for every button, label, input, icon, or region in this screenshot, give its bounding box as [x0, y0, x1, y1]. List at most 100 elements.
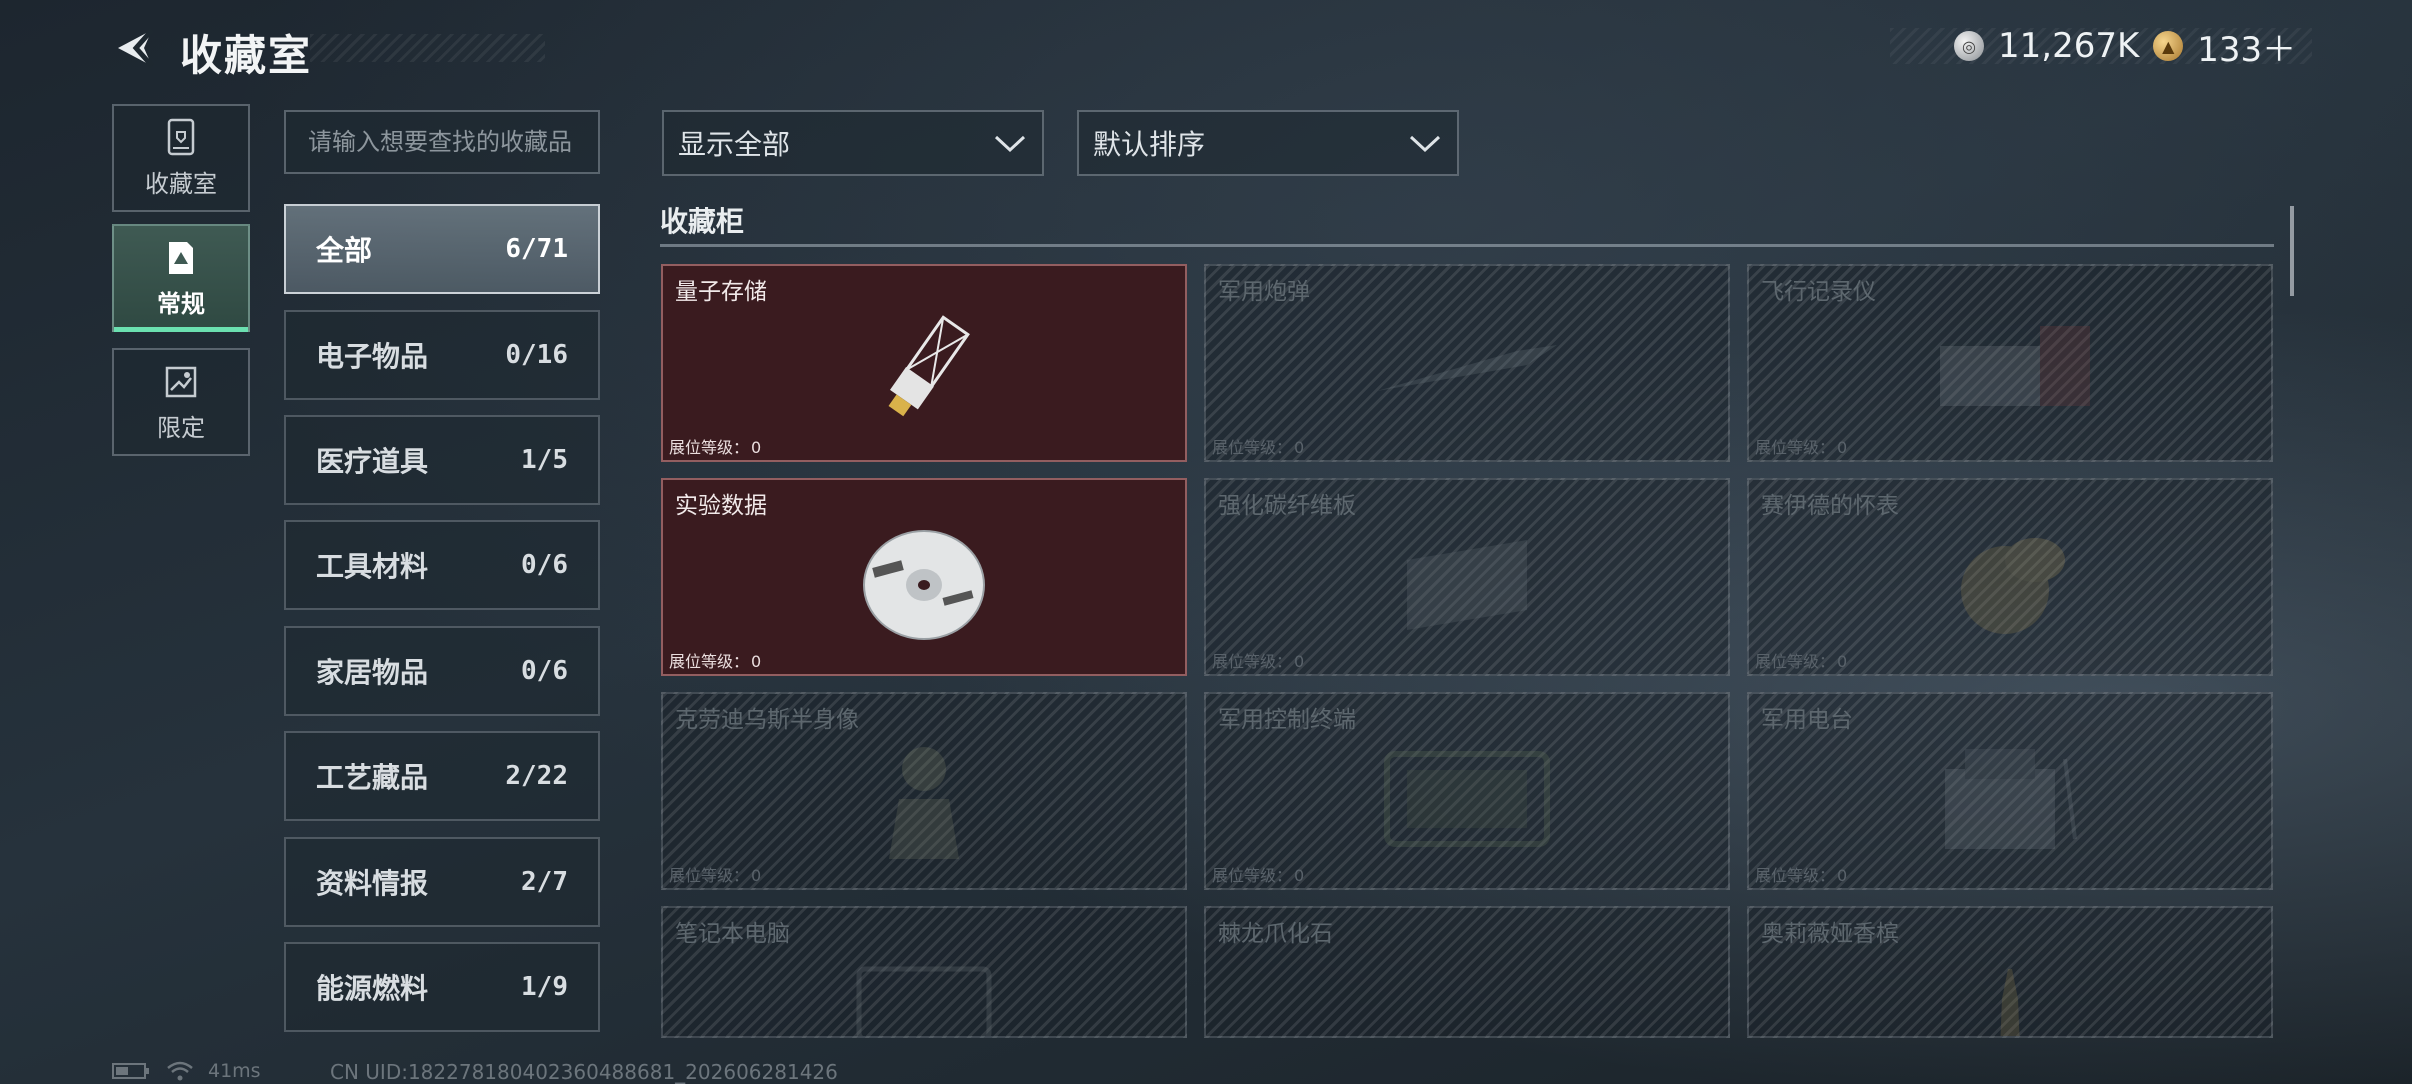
item-name: 军用炮弹 — [1218, 279, 1310, 305]
display-level: 展位等级： 0 — [669, 652, 762, 671]
regular-collection-icon — [169, 241, 193, 274]
nav-label: 收藏室 — [145, 169, 217, 198]
category-tools[interactable]: 工具材料 0/6 — [284, 520, 600, 610]
category-name: 资料情报 — [316, 867, 429, 900]
control-terminal-icon — [1384, 750, 1550, 847]
collection-card[interactable]: 强化碳纤维板 展位等级： 0 — [1204, 478, 1730, 676]
status-bar: 41ms — [112, 1060, 261, 1082]
display-filter-dropdown[interactable]: 显示全部 — [662, 110, 1044, 176]
disc-icon — [863, 529, 985, 640]
category-count: 2/22 — [505, 761, 568, 791]
item-name: 棘龙爪化石 — [1218, 921, 1333, 947]
collection-card[interactable]: 军用电台 展位等级： 0 — [1747, 692, 2273, 890]
collection-card[interactable]: 飞行记录仪 展位等级： 0 — [1747, 264, 2273, 462]
collection-card[interactable]: 军用控制终端 展位等级： 0 — [1204, 692, 1730, 890]
display-level: 展位等级： 0 — [1755, 652, 1848, 671]
pocket-watch-icon — [1961, 537, 2065, 634]
item-name: 军用控制终端 — [1218, 707, 1356, 733]
section-divider — [660, 244, 2274, 247]
category-count: 6/71 — [505, 234, 568, 264]
category-crafts[interactable]: 工艺藏品 2/22 — [284, 731, 600, 821]
display-level: 展位等级： 0 — [1755, 866, 1848, 885]
chevron-down-icon — [994, 135, 1026, 153]
category-count: 0/6 — [521, 550, 568, 580]
back-button[interactable] — [112, 24, 160, 72]
category-name: 医疗道具 — [316, 445, 429, 478]
chevron-down-icon — [1409, 135, 1441, 153]
category-energy[interactable]: 能源燃料 1/9 — [284, 942, 600, 1032]
category-electronics[interactable]: 电子物品 0/16 — [284, 310, 600, 400]
display-level: 展位等级： 0 — [1755, 438, 1848, 457]
item-name: 量子存储 — [675, 279, 767, 305]
grid-scrollbar[interactable] — [2290, 206, 2294, 296]
collection-card[interactable]: 军用炮弹 展位等级： 0 — [1204, 264, 1730, 462]
collection-card[interactable]: 赛伊德的怀表 展位等级： 0 — [1747, 478, 2273, 676]
category-name: 家居物品 — [316, 656, 429, 689]
currency-bar: ◎ 11,267K ▲ 133＋ — [1890, 26, 2312, 70]
collection-card[interactable]: 实验数据 展位等级： 0 — [661, 478, 1187, 676]
battery-icon — [112, 1063, 149, 1079]
category-name: 工具材料 — [316, 550, 429, 583]
flight-recorder-icon — [1940, 325, 2090, 406]
nav-trophy-room[interactable]: 收藏室 — [112, 104, 250, 212]
user-id: CN UID:18227818040236048868‍1_2026062814… — [330, 1060, 838, 1084]
sort-value: 默认排序 — [1093, 128, 1206, 161]
category-name: 电子物品 — [316, 340, 429, 373]
item-name: 飞行记录仪 — [1761, 279, 1876, 305]
category-count: 0/16 — [505, 340, 568, 370]
search-input[interactable] — [284, 110, 600, 174]
category-count: 2/7 — [521, 867, 568, 897]
display-level: 展位等级： 0 — [1212, 866, 1305, 885]
display-level: 展位等级： 0 — [669, 866, 762, 885]
ping-value: 41ms — [208, 1060, 261, 1082]
item-name: 赛伊德的怀表 — [1761, 493, 1899, 519]
laptop-icon — [856, 966, 992, 1036]
category-household[interactable]: 家居物品 0/6 — [284, 626, 600, 716]
collection-card[interactable]: 奥莉薇娅香槟 — [1747, 906, 2273, 1038]
champagne-bottle-icon — [2000, 969, 2020, 1036]
category-name: 工艺藏品 — [316, 761, 429, 794]
category-medical[interactable]: 医疗道具 1/5 — [284, 415, 600, 505]
bust-statue-icon — [889, 746, 959, 859]
silver-coin-amount: 11,267K — [1998, 26, 2140, 66]
section-title: 收藏柜 — [660, 205, 745, 238]
sort-dropdown[interactable]: 默认排序 — [1077, 110, 1459, 176]
category-count: 0/6 — [521, 656, 568, 686]
display-level: 展位等级： 0 — [1212, 438, 1305, 457]
shell-icon — [1377, 344, 1557, 391]
item-name: 实验数据 — [675, 493, 767, 519]
collection-card[interactable]: 克劳迪乌斯半身像 展位等级： 0 — [661, 692, 1187, 890]
category-count: 1/5 — [521, 445, 568, 475]
display-filter-value: 显示全部 — [678, 128, 791, 161]
collection-card[interactable]: 棘龙爪化石 — [1204, 906, 1730, 1038]
nav-limited[interactable]: 限定 — [112, 348, 250, 456]
category-all[interactable]: 全部 6/71 — [284, 204, 600, 294]
nav-label: 限定 — [157, 413, 205, 442]
category-count: 1/9 — [521, 972, 568, 1002]
gold-coin-amount[interactable]: 133＋ — [2197, 22, 2296, 71]
back-arrow-icon — [118, 28, 154, 68]
trophy-case-icon — [167, 118, 195, 155]
item-name: 强化碳纤维板 — [1218, 493, 1356, 519]
item-name: 克劳迪乌斯半身像 — [675, 707, 859, 733]
carbon-panel-icon — [1407, 539, 1527, 630]
usb-drive-icon — [888, 315, 970, 417]
display-level: 展位等级： 0 — [669, 438, 762, 457]
title-decoration — [310, 34, 545, 62]
limited-collection-icon — [165, 366, 197, 397]
category-intel[interactable]: 资料情报 2/7 — [284, 837, 600, 927]
display-level: 展位等级： 0 — [1212, 652, 1305, 671]
category-name: 能源燃料 — [316, 972, 429, 1005]
military-radio-icon — [1945, 748, 2077, 849]
collection-card[interactable]: 量子存储 展位等级： 0 — [661, 264, 1187, 462]
collection-card[interactable]: 笔记本电脑 — [661, 906, 1187, 1038]
category-name: 全部 — [316, 234, 373, 267]
item-name: 笔记本电脑 — [675, 921, 790, 947]
page-title: 收藏室 — [180, 31, 313, 80]
item-name: 军用电台 — [1761, 707, 1853, 733]
nav-regular[interactable]: 常规 — [112, 224, 250, 332]
wifi-icon — [167, 1061, 193, 1081]
nav-label: 常规 — [157, 289, 205, 318]
silver-coin-icon: ◎ — [1954, 31, 1984, 61]
item-name: 奥莉薇娅香槟 — [1761, 921, 1899, 947]
